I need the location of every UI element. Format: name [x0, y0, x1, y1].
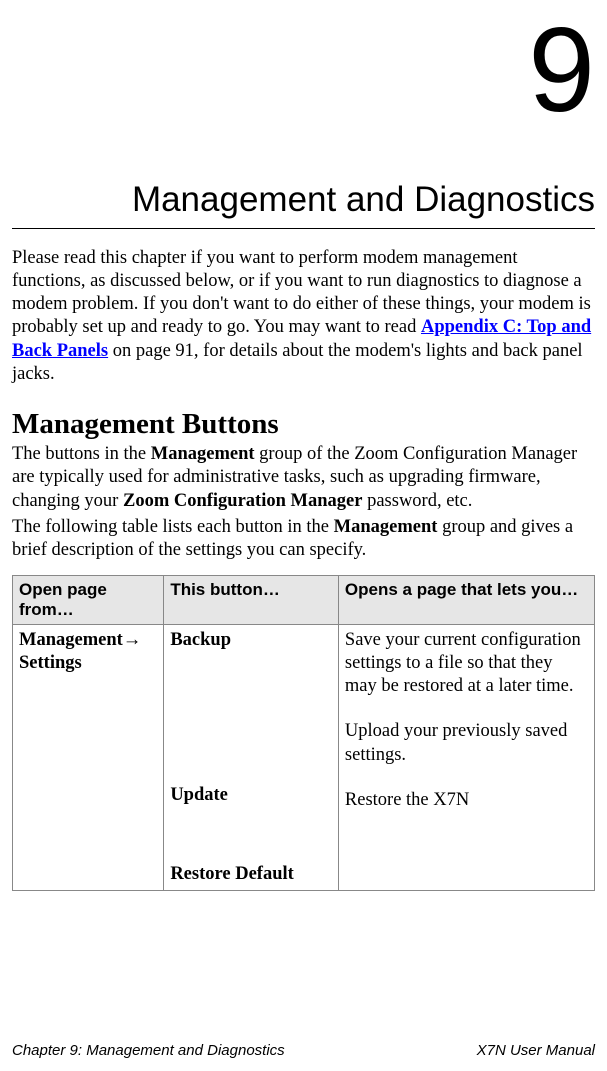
- text-run: The buttons in the: [12, 444, 151, 464]
- desc-restore: Restore the X7N: [345, 789, 588, 812]
- footer-right: X7N User Manual: [477, 1042, 595, 1059]
- text-bold: Management: [151, 444, 255, 464]
- section-heading: Management Buttons: [12, 408, 595, 441]
- arrow-icon: →: [123, 630, 142, 650]
- body-paragraph-1: The buttons in the Management group of t…: [12, 443, 595, 514]
- page-footer: Chapter 9: Management and Diagnostics X7…: [12, 1042, 595, 1059]
- open-from-prefix: Management: [19, 630, 123, 650]
- button-label-backup: Backup: [170, 629, 332, 652]
- footer-left: Chapter 9: Management and Diagnostics: [12, 1042, 285, 1059]
- button-label-restore: Restore Default: [170, 863, 332, 886]
- management-buttons-table: Open page from… This button… Opens a pag…: [12, 575, 595, 891]
- table-header-row: Open page from… This button… Opens a pag…: [13, 576, 595, 625]
- table-header-this-button: This button…: [164, 576, 339, 625]
- chapter-title: Management and Diagnostics: [12, 180, 595, 229]
- table-header-opens-page: Opens a page that lets you…: [338, 576, 594, 625]
- body-paragraph-2: The following table lists each button in…: [12, 516, 595, 563]
- chapter-number: 9: [12, 10, 595, 130]
- table-header-open-from: Open page from…: [13, 576, 164, 625]
- open-from-suffix: Settings: [19, 653, 82, 673]
- table-row: Management→ Settings Backup Update Restor…: [13, 625, 595, 891]
- desc-update: Upload your previously saved settings.: [345, 720, 588, 766]
- desc-backup: Save your current configuration settings…: [345, 629, 588, 698]
- button-label-update: Update: [170, 784, 332, 807]
- cell-buttons: Backup Update Restore Default: [164, 625, 339, 891]
- text-run: The following table lists each button in…: [12, 517, 334, 537]
- text-bold: Management: [334, 517, 438, 537]
- intro-paragraph: Please read this chapter if you want to …: [12, 247, 595, 386]
- text-bold: Zoom Configuration Manager: [123, 491, 362, 511]
- text-run: password, etc.: [362, 491, 472, 511]
- cell-open-from: Management→ Settings: [13, 625, 164, 891]
- cell-descriptions: Save your current configuration settings…: [338, 625, 594, 891]
